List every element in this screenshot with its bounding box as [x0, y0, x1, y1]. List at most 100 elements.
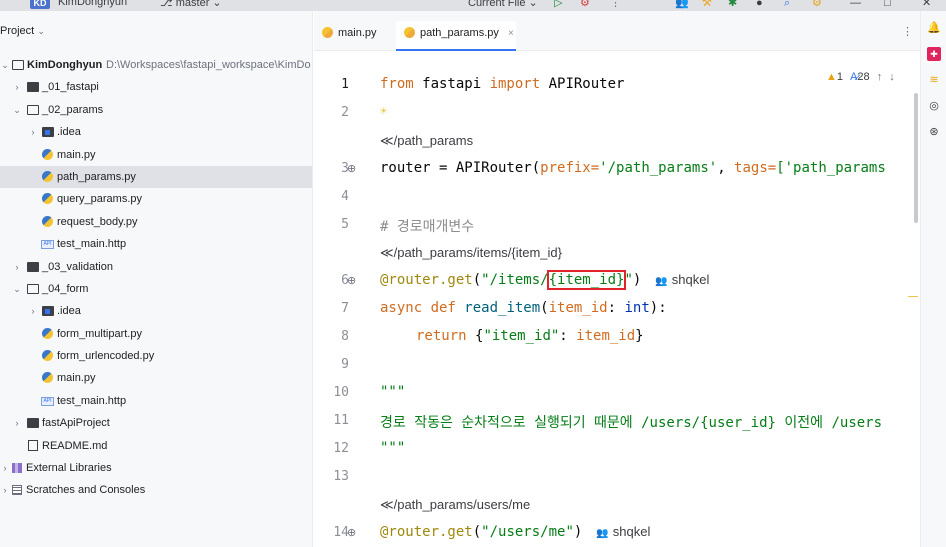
tab-main-py[interactable]: main.py [314, 21, 394, 51]
author-hint[interactable]: 👥 shqkel [655, 272, 709, 287]
code-line-5: # 경로매개변수 [380, 219, 475, 235]
tree-item-02-params[interactable]: ⌄ _02_params [0, 99, 312, 121]
endpoint-globe-icon[interactable]: ⊕ [347, 526, 356, 539]
notifications-icon[interactable]: 🔔 [927, 21, 941, 35]
tree-item-form-multipart-py[interactable]: form_multipart.py [0, 323, 312, 345]
code-line-10: """ [380, 384, 406, 400]
run-icon[interactable]: ▷ [554, 0, 562, 9]
maximize-icon[interactable]: □ [884, 0, 891, 9]
line-number: 14 [333, 525, 349, 540]
tree-item-idea[interactable]: › .idea [0, 300, 312, 322]
endpoint-hint[interactable]: ≪/path_params [380, 133, 473, 149]
line-number: 4 [341, 189, 349, 204]
share-icon: ≪ [380, 497, 394, 512]
more-tabs-icon[interactable]: ⋮ [902, 25, 913, 38]
tree-item-fastapiproject[interactable]: › fastApiProject [0, 412, 312, 434]
tree-item-test-main-http[interactable]: API test_main.http [0, 233, 312, 255]
search-icon[interactable]: ⌕ [784, 0, 790, 9]
project-panel-header[interactable]: Project ⌄ [0, 25, 45, 37]
line-number: 5 [341, 217, 349, 232]
endpoints-icon[interactable]: ⊛ [927, 125, 941, 139]
endpoint-hint[interactable]: ≪/path_params/items/{item_id} [380, 245, 562, 261]
endpoint-globe-icon[interactable]: ⊕ [347, 162, 356, 175]
tree-item-label: README.md [42, 439, 108, 452]
folder-icon [27, 261, 39, 272]
error-stripe-mark[interactable] [908, 296, 918, 297]
tree-item-request-body-py[interactable]: request_body.py [0, 211, 312, 233]
chevron-down-icon: ⌄ [37, 26, 45, 36]
close-icon[interactable]: ✕ [922, 0, 931, 9]
line-number: 6 [341, 273, 349, 288]
tree-item-03-validation[interactable]: › _03_validation [0, 256, 312, 278]
http-file-icon: API [41, 396, 54, 406]
line-number: 11 [333, 413, 349, 428]
tree-item-idea[interactable]: › .idea [0, 121, 312, 143]
project-avatar[interactable]: KD [30, 0, 50, 9]
tree-root[interactable]: ⌄ KimDonghyun D:\Workspaces\fastapi_work… [0, 54, 312, 76]
code-line-1: from fastapi import APIRouter [380, 76, 625, 92]
chevron-right-icon[interactable]: › [28, 300, 38, 322]
chevron-down-icon[interactable]: ⌄ [12, 99, 22, 121]
tree-item-main-py[interactable]: main.py [0, 367, 312, 389]
stop-icon[interactable]: ● [756, 0, 763, 9]
endpoint-hint[interactable]: ≪/path_params/users/me [380, 497, 530, 513]
code-area[interactable]: from fastapi import APIRouter ☀ ≪/path_p… [380, 71, 920, 547]
chevron-right-icon[interactable]: › [0, 479, 10, 501]
lightbulb-icon[interactable]: ☀ [380, 104, 387, 118]
python-file-icon [404, 27, 415, 38]
debug-icon[interactable]: ⚙ [580, 0, 590, 9]
editor-scrollbar[interactable] [914, 93, 918, 223]
project-tree: ⌄ KimDonghyun D:\Workspaces\fastapi_work… [0, 54, 312, 502]
editor-tab-bar: main.py path_params.py × ⋮ [314, 11, 920, 51]
chevron-down-icon[interactable]: ⌄ [0, 54, 10, 76]
chevron-right-icon[interactable]: › [28, 121, 38, 143]
http-file-icon: API [41, 240, 54, 250]
tree-item-path-params-py[interactable]: path_params.py [0, 165, 312, 189]
python-file-icon [42, 193, 53, 205]
more-icon[interactable]: ⋮ [610, 0, 621, 9]
line-number: 7 [341, 301, 349, 316]
tree-item-form-urlencoded-py[interactable]: form_urlencoded.py [0, 345, 312, 367]
folder-icon [27, 82, 39, 93]
settings-icon[interactable]: ⚙ [812, 0, 822, 9]
people-icon[interactable]: 👥 [675, 0, 689, 9]
code-line-7: async def read_item(item_id: int): [380, 300, 667, 316]
tree-item-label: main.py [57, 372, 96, 385]
branch-selector[interactable]: ⎇ master ⌄ [160, 0, 222, 9]
chevron-right-icon[interactable]: › [12, 256, 22, 278]
tree-item-scratches[interactable]: › Scratches and Consoles [0, 479, 312, 501]
idea-folder-icon [42, 306, 54, 317]
chevron-right-icon[interactable]: › [0, 457, 10, 479]
tab-path-params-py[interactable]: path_params.py × [396, 21, 516, 51]
bug-icon[interactable]: ✱ [728, 0, 737, 9]
tree-item-01-fastapi[interactable]: › _01_fastapi [0, 76, 312, 98]
hammer-icon[interactable]: ⚒ [702, 0, 712, 9]
tree-item-external-libraries[interactable]: › External Libraries [0, 457, 312, 479]
endpoint-globe-icon[interactable]: ⊕ [347, 274, 356, 287]
chevron-right-icon[interactable]: › [12, 76, 22, 98]
tree-item-query-params-py[interactable]: query_params.py [0, 188, 312, 210]
project-name[interactable]: KimDonghyun [58, 0, 127, 8]
database-icon[interactable]: ≋ [927, 73, 941, 87]
author-hint[interactable]: 👥 shqkel [596, 524, 650, 539]
tree-item-main-py[interactable]: main.py [0, 144, 312, 166]
line-number: 2 [341, 105, 349, 120]
run-config-selector[interactable]: Current File ⌄ [468, 0, 538, 9]
folder-open-icon [27, 104, 39, 115]
line-number: 10 [333, 385, 349, 400]
chevron-down-icon[interactable]: ⌄ [12, 278, 22, 300]
idea-folder-icon [42, 127, 54, 138]
tree-item-04-form[interactable]: ⌄ _04_form [0, 278, 312, 300]
python-file-icon [42, 350, 53, 362]
tree-item-label: .idea [57, 305, 81, 318]
tree-item-test-main-http[interactable]: API test_main.http [0, 390, 312, 412]
project-panel: Project ⌄ ⌄ KimDonghyun D:\Workspaces\fa… [0, 11, 313, 547]
ai-assistant-icon[interactable]: ◎ [927, 99, 941, 113]
tab-label: path_params.py [420, 27, 499, 39]
chevron-right-icon[interactable]: › [12, 412, 22, 434]
close-tab-icon[interactable]: × [508, 28, 514, 39]
minimize-icon[interactable]: — [850, 0, 861, 9]
plugin-icon[interactable]: ✚ [927, 47, 941, 61]
tree-item-readme-md[interactable]: README.md [0, 435, 312, 457]
line-number: 3 [341, 161, 349, 176]
